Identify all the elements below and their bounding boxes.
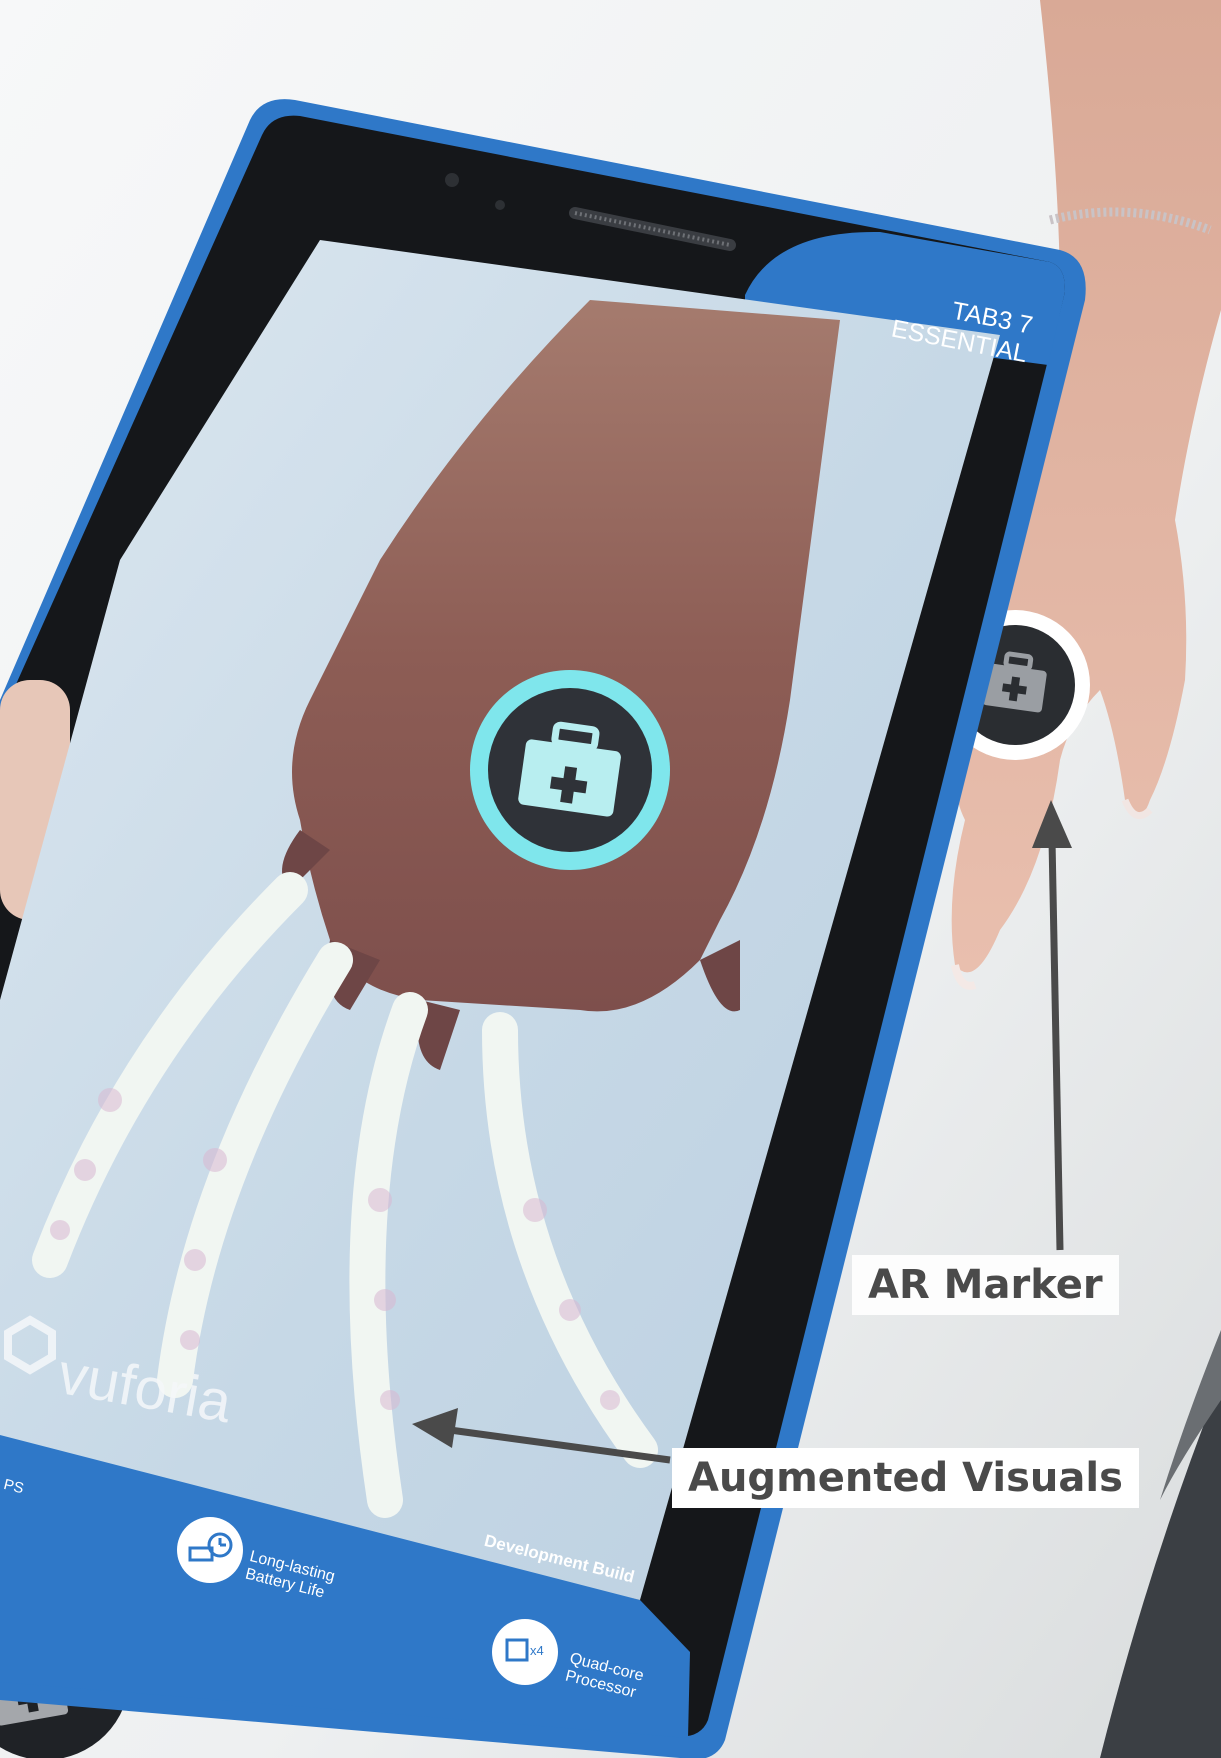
battery-feature xyxy=(177,1517,243,1583)
virtual-marker xyxy=(470,670,670,870)
ar-marker-annotation: AR Marker xyxy=(852,1255,1119,1315)
cpu-feature xyxy=(492,1619,558,1685)
augmented-visuals-annotation: Augmented Visuals xyxy=(672,1448,1139,1508)
cpu-badge: x4 xyxy=(530,1643,544,1658)
